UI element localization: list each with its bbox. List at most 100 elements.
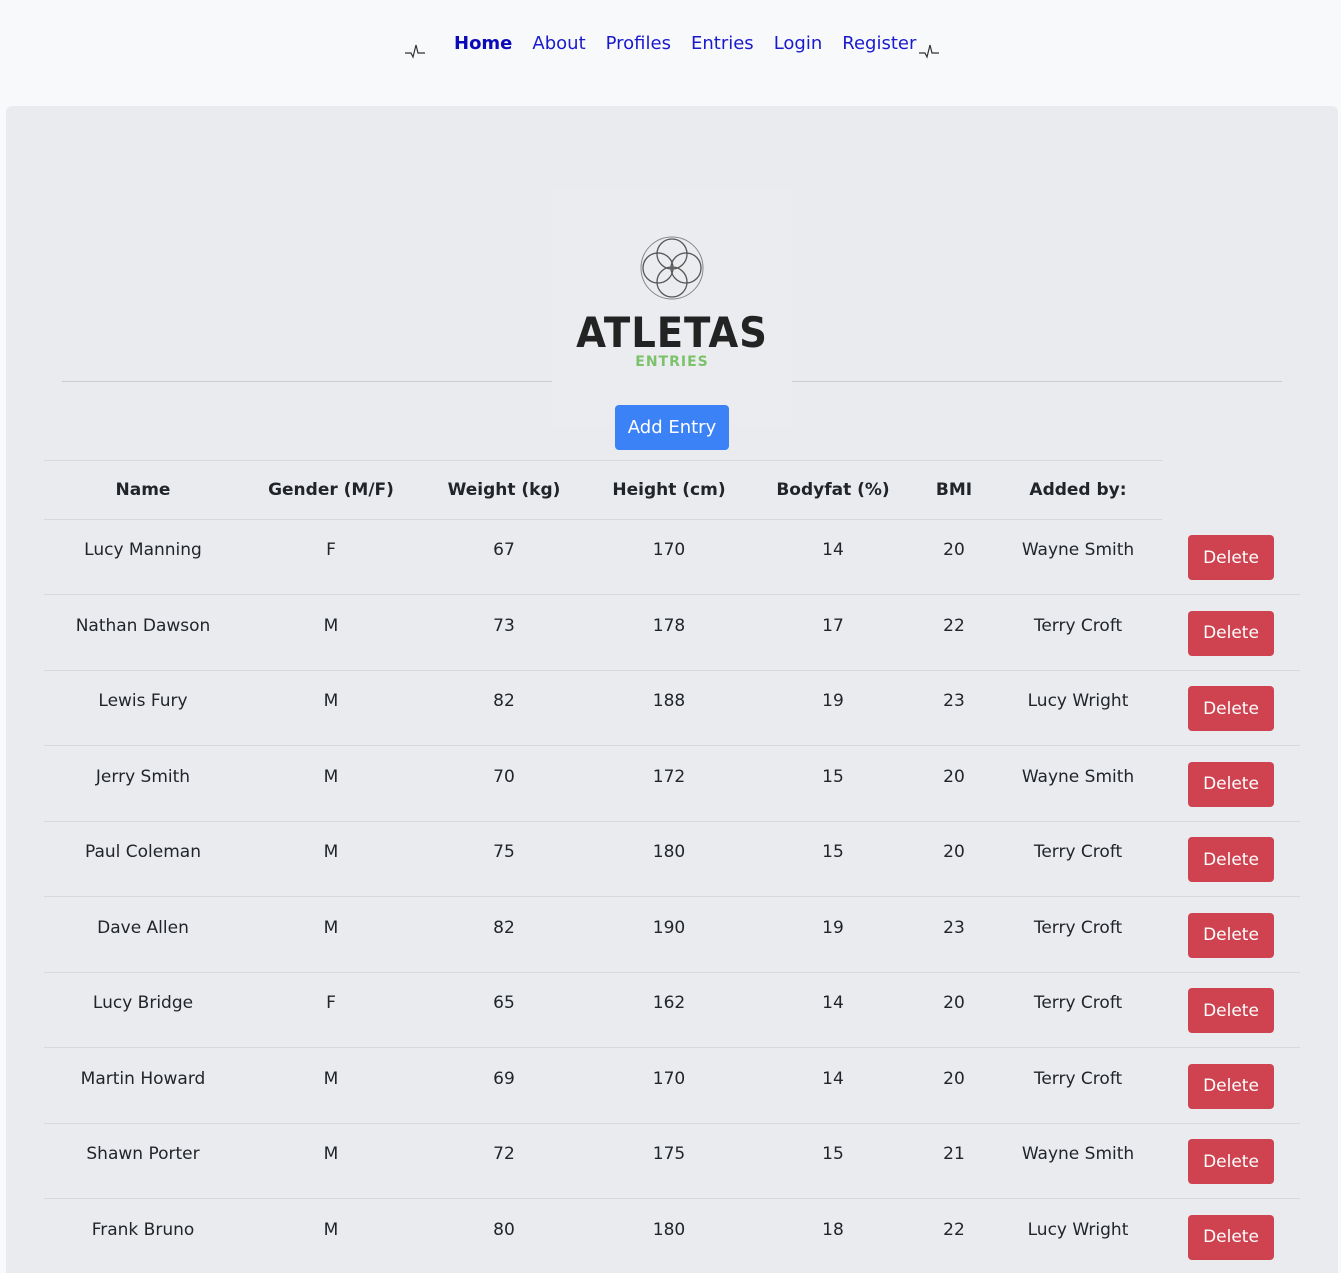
table-row: Lucy Manning F 67 170 14 20 Wayne Smith Delete [44,520,1300,595]
cell-weight: 80 [493,1219,515,1240]
nav-link-login[interactable]: Login [774,32,823,56]
cell-height: 170 [652,540,686,560]
cell-height: 188 [652,691,686,711]
cell-bodyfat: 19 [822,691,844,711]
delete-button[interactable]: Delete [1188,1214,1274,1260]
cell-name: Paul Coleman [84,842,201,862]
cell-bodyfat: 18 [822,1219,844,1240]
cell-added-by: Wayne Smith [1021,766,1135,787]
cell-added-by: Terry Croft [1033,1068,1123,1089]
cell-gender: M [323,917,339,938]
cell-height: 175 [652,1144,686,1164]
cell-height: 172 [652,766,686,787]
cell-added-by: Lucy Wright [1027,1219,1129,1240]
cell-gender: M [323,1219,339,1240]
table-row: Shawn Porter M 72 175 15 21 Wayne Smith Delete [44,1124,1300,1199]
cell-height: 180 [652,842,686,862]
delete-button[interactable]: Delete [1188,1063,1274,1109]
cell-weight: 70 [493,766,515,787]
cell-bodyfat: 14 [822,540,844,560]
cell-bodyfat: 15 [822,842,844,862]
pulse-icon [405,44,425,59]
divider [62,381,552,382]
cell-gender: M [323,1144,339,1164]
navbar: Home About Profiles Entries Login Regist… [0,0,1341,96]
table-row: Lucy Bridge F 65 162 14 20 Terry Croft Delete [44,973,1300,1048]
delete-button[interactable]: Delete [1188,912,1274,958]
cell-weight: 82 [493,917,515,938]
table-row: Martin Howard M 69 170 14 20 Terry Croft Delete [44,1049,1300,1124]
cell-added-by: Terry Croft [1033,993,1123,1013]
cell-weight: 75 [493,842,515,862]
cell-bodyfat: 17 [822,615,844,636]
delete-button[interactable]: Delete [1188,686,1274,731]
table-header: Name Gender (M/F) Weight (kg) Height (cm… [44,460,1162,520]
cell-height: 180 [652,1219,686,1240]
delete-button[interactable]: Delete [1188,535,1274,580]
cell-gender: F [326,540,336,560]
header-bodyfat: Bodyfat (%) [776,480,890,500]
nav-link-register[interactable]: Register [842,32,916,56]
header-height: Height (cm) [612,480,726,500]
cell-gender: M [323,842,339,862]
divider [792,381,1282,382]
cell-added-by: Terry Croft [1033,615,1123,636]
cell-weight: 72 [493,1144,515,1164]
cell-bmi: 20 [943,540,965,560]
pulse-icon [919,44,939,59]
atletas-logo: ATLETAS ENTRIES [552,190,792,426]
cell-bodyfat: 15 [822,1144,844,1164]
cell-height: 162 [652,993,686,1013]
delete-button[interactable]: Delete [1188,1139,1274,1184]
cell-added-by: Terry Croft [1033,917,1123,938]
logo-subtitle: ENTRIES [635,354,709,370]
table-row: Frank Bruno M 80 180 18 22 Lucy Wright Delete [44,1200,1300,1273]
cell-bmi: 20 [943,993,965,1013]
header-weight: Weight (kg) [447,480,561,500]
table-row: Jerry Smith M 70 172 15 20 Wayne Smith Delete [44,747,1300,822]
cell-added-by: Wayne Smith [1021,1144,1135,1164]
cell-bodyfat: 15 [822,766,844,787]
cell-name: Jerry Smith [95,766,191,787]
delete-button[interactable]: Delete [1188,761,1274,807]
nav-link-about[interactable]: About [532,32,585,56]
header-gender: Gender (M/F) [268,480,394,500]
cell-weight: 82 [493,691,515,711]
nav-link-profiles[interactable]: Profiles [606,32,671,56]
cell-height: 190 [652,917,686,938]
cell-added-by: Wayne Smith [1021,540,1135,560]
cell-name: Frank Bruno [91,1219,195,1240]
logo-knot-icon [640,236,704,300]
cell-weight: 73 [493,615,515,636]
cell-name: Nathan Dawson [75,615,211,636]
cell-bodyfat: 14 [822,1068,844,1089]
cell-bodyfat: 19 [822,917,844,938]
nav-link-home[interactable]: Home [454,32,512,56]
cell-name: Lewis Fury [98,691,188,711]
delete-button[interactable]: Delete [1188,988,1274,1033]
table-row: Nathan Dawson M 73 178 17 22 Terry Croft Delete [44,596,1300,671]
cell-bmi: 23 [943,917,965,938]
cell-gender: M [323,615,339,636]
cell-bmi: 20 [943,766,965,787]
cell-weight: 65 [493,993,515,1013]
delete-button[interactable]: Delete [1188,837,1274,882]
table-row: Dave Allen M 82 190 19 23 Terry Croft Delete [44,898,1300,973]
cell-bmi: 20 [943,842,965,862]
cell-added-by: Terry Croft [1033,842,1123,862]
add-entry-button[interactable]: Add Entry [615,405,729,450]
logo-title: ATLETAS [576,308,768,357]
cell-weight: 69 [493,1068,515,1089]
table-row: Lewis Fury M 82 188 19 23 Lucy Wright Delete [44,671,1300,746]
nav-link-entries[interactable]: Entries [691,32,754,56]
cell-gender: F [326,993,336,1013]
delete-button[interactable]: Delete [1188,610,1274,656]
cell-bmi: 21 [943,1144,965,1164]
nav-links: Home About Profiles Entries Login Regist… [454,32,936,56]
cell-name: Martin Howard [80,1068,206,1089]
cell-bmi: 23 [943,691,965,711]
header-name: Name [115,480,171,500]
cell-name: Shawn Porter [86,1144,200,1164]
header-added-by: Added by: [1029,480,1127,500]
cell-height: 170 [652,1068,686,1089]
